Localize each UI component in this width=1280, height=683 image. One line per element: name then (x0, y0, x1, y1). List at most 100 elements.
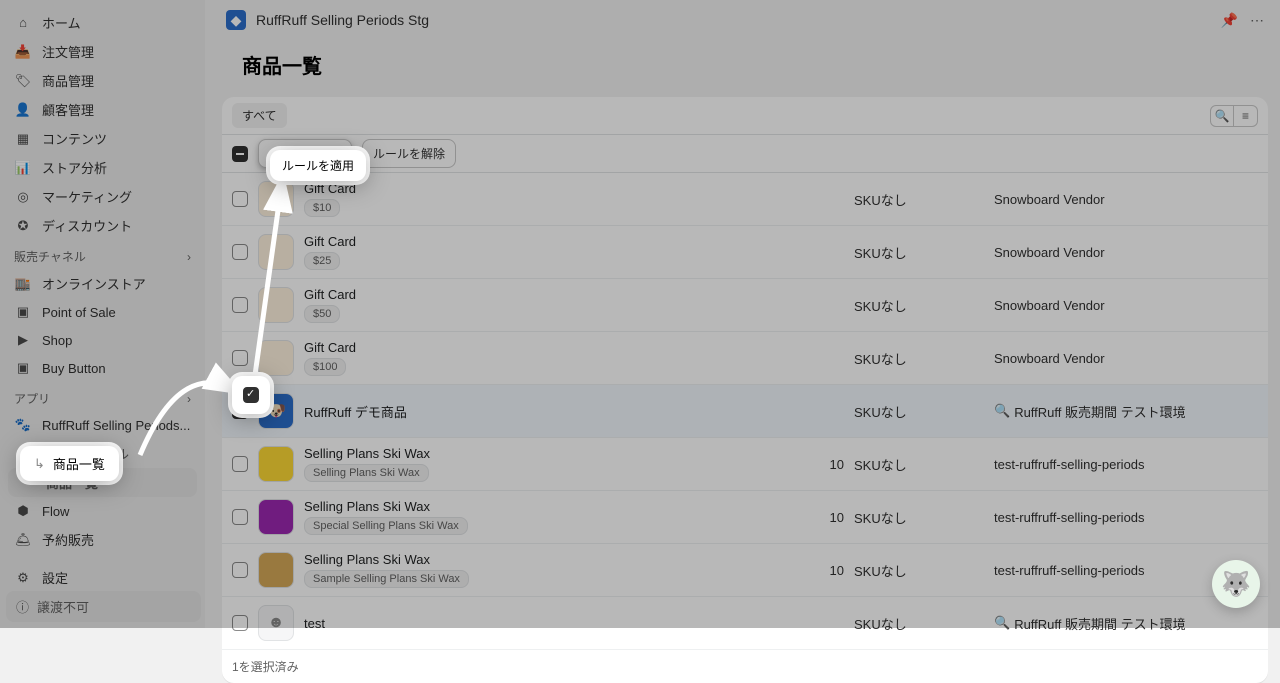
app-logo-icon: ◆ (226, 10, 246, 30)
pos-icon: ▣ (14, 303, 32, 321)
product-title: Selling Plans Ski Wax (304, 446, 794, 461)
nav-products[interactable]: 🏷商品管理 (0, 66, 205, 95)
nav-buy-button[interactable]: ▣Buy Button (0, 354, 205, 382)
table-row[interactable]: Selling Plans Ski WaxSelling Plans Ski W… (222, 438, 1268, 491)
highlight-apply-button[interactable]: ルールを適用 (270, 150, 366, 181)
product-main: Gift Card $100 (304, 340, 794, 376)
nav-app-ruffruff[interactable]: 🐾RuffRuff Selling Periods... (0, 411, 205, 439)
nav-content[interactable]: ▦コンテンツ (0, 124, 205, 153)
nav-settings[interactable]: ⚙設定 (0, 563, 205, 592)
product-title: Gift Card (304, 340, 794, 355)
product-vendor: test-ruffruff-selling-periods (994, 457, 1258, 472)
buy-icon: ▣ (14, 359, 32, 377)
section-apps[interactable]: アプリ› (0, 382, 205, 411)
row-checkbox[interactable] (232, 562, 248, 578)
product-main: Selling Plans Ski WaxSelling Plans Ski W… (304, 446, 794, 482)
chevron-right-icon: › (187, 392, 191, 406)
product-rows: Gift Card$10SKUなしSnowboard VendorGift Ca… (222, 173, 1268, 650)
row-checkbox[interactable] (232, 350, 248, 366)
transfer-banner[interactable]: ⓘ譲渡不可 (6, 591, 201, 622)
product-sku: SKUなし (854, 190, 984, 209)
sidebar: ⌂ホーム 📥注文管理 🏷商品管理 👤顧客管理 ▦コンテンツ 📊ストア分析 ◎マー… (0, 0, 205, 628)
product-vendor: Snowboard Vendor (994, 192, 1258, 207)
nav-preorder[interactable]: 🛎予約販売 (0, 525, 205, 554)
row-checkbox[interactable] (232, 456, 248, 472)
table-row[interactable]: Gift Card$50SKUなしSnowboard Vendor (222, 279, 1268, 332)
remove-rule-button[interactable]: ルールを解除 (362, 139, 456, 168)
app-name: RuffRuff Selling Periods Stg (256, 12, 429, 28)
table-row[interactable]: ☻testSKUなし🔍RuffRuff 販売期間 テスト環境 (222, 597, 1268, 650)
product-vendor: 🔍RuffRuff 販売期間 テスト環境 (994, 402, 1258, 421)
section-channels[interactable]: 販売チャネル› (0, 240, 205, 269)
row-checkbox[interactable] (232, 191, 248, 207)
chevron-right-icon: › (187, 250, 191, 264)
product-title: Selling Plans Ski Wax (304, 499, 794, 514)
product-main: Gift Card$50 (304, 287, 794, 323)
nav-discounts[interactable]: ✪ディスカウント (0, 211, 205, 240)
product-badge: $100 (304, 358, 346, 376)
nav-home[interactable]: ⌂ホーム (0, 8, 205, 37)
home-icon: ⌂ (14, 14, 32, 32)
nav-analytics[interactable]: 📊ストア分析 (0, 153, 205, 182)
table-row[interactable]: Selling Plans Ski Wax Special Selling Pla… (222, 491, 1268, 544)
product-title: Gift Card (304, 234, 794, 249)
product-badge: Sample Selling Plans Ski Wax (304, 570, 469, 588)
product-vendor: 🔍RuffRuff 販売期間 テスト環境 (994, 614, 1258, 633)
product-thumbnail (258, 446, 294, 482)
nav-shop[interactable]: ▶Shop (0, 326, 205, 354)
product-sku: SKUなし (854, 402, 984, 421)
product-title: Gift Card (304, 287, 794, 302)
gear-icon: ⚙ (14, 569, 32, 587)
nav-flow[interactable]: ⬢Flow (0, 497, 205, 525)
nav-orders[interactable]: 📥注文管理 (0, 37, 205, 66)
pin-icon[interactable]: 📌 (1221, 12, 1238, 29)
table-row[interactable]: Gift Card$10 SKUなし Snowboard Vendor (222, 173, 1268, 226)
product-vendor: Snowboard Vendor (994, 245, 1258, 260)
product-main: Selling Plans Ski WaxSample Selling Plan… (304, 552, 794, 588)
store-icon: 🏬 (14, 275, 32, 293)
sort-icon[interactable]: ≡ (1234, 105, 1258, 127)
product-thumbnail (258, 340, 294, 376)
table-row[interactable]: Selling Plans Ski WaxSample Selling Plan… (222, 544, 1268, 597)
row-checkbox[interactable] (232, 615, 248, 631)
product-thumbnail (258, 552, 294, 588)
product-main: Gift Card$10 (304, 181, 794, 217)
product-qty: 10 (804, 457, 844, 472)
nav-online-store[interactable]: 🏬オンラインストア (0, 269, 205, 298)
nav-marketing[interactable]: ◎マーケティング (0, 182, 205, 211)
product-vendor: test-ruffruff-selling-periods (994, 510, 1258, 525)
row-checkbox[interactable] (232, 509, 248, 525)
table-row[interactable]: 🐶RuffRuff デモ商品SKUなし🔍RuffRuff 販売期間 テスト環境 (222, 385, 1268, 438)
highlight-row-checkbox[interactable] (232, 376, 270, 414)
product-badge: Special Selling Plans Ski Wax (304, 517, 468, 535)
table-row[interactable]: Gift Card$100SKUなしSnowboard Vendor (222, 332, 1268, 385)
orders-icon: 📥 (14, 43, 32, 61)
product-main: test (304, 616, 794, 631)
product-qty: 10 (804, 510, 844, 525)
search-icon[interactable]: 🔍 (1210, 105, 1234, 127)
nav-pos[interactable]: ▣Point of Sale (0, 298, 205, 326)
app-icon: 🐾 (14, 416, 32, 434)
chat-fab[interactable]: 🐺 (1212, 560, 1260, 608)
product-thumbnail (258, 234, 294, 270)
row-checkbox[interactable] (232, 244, 248, 260)
product-card: すべて 🔍 ≡ ルールを適用 ルールを解除 Gift Card$10SKUなしS… (222, 97, 1268, 683)
product-sku: SKUなし (854, 296, 984, 315)
more-icon[interactable]: ⋯ (1250, 12, 1264, 29)
product-thumbnail (258, 181, 294, 217)
table-row[interactable]: Gift Card$25SKUなしSnowboard Vendor (222, 226, 1268, 279)
select-all-checkbox[interactable] (232, 146, 248, 162)
product-sku: SKUなし (854, 349, 984, 368)
main: ◆ RuffRuff Selling Periods Stg 📌 ⋯ 商品一覧 … (210, 0, 1280, 628)
app-header: ◆ RuffRuff Selling Periods Stg 📌 ⋯ (210, 0, 1280, 40)
product-sku: SKUなし (854, 614, 984, 633)
product-main: Gift Card$25 (304, 234, 794, 270)
bulk-actions: ルールを適用 ルールを解除 (222, 135, 1268, 173)
nav-customers[interactable]: 👤顧客管理 (0, 95, 205, 124)
product-sku: SKUなし (854, 508, 984, 527)
tab-all[interactable]: すべて (232, 103, 287, 128)
target-icon: ◎ (14, 188, 32, 206)
highlight-nav-products[interactable]: ↳商品一覧 (20, 446, 119, 481)
corner-icon: ↳ (34, 456, 45, 472)
row-checkbox[interactable] (232, 297, 248, 313)
